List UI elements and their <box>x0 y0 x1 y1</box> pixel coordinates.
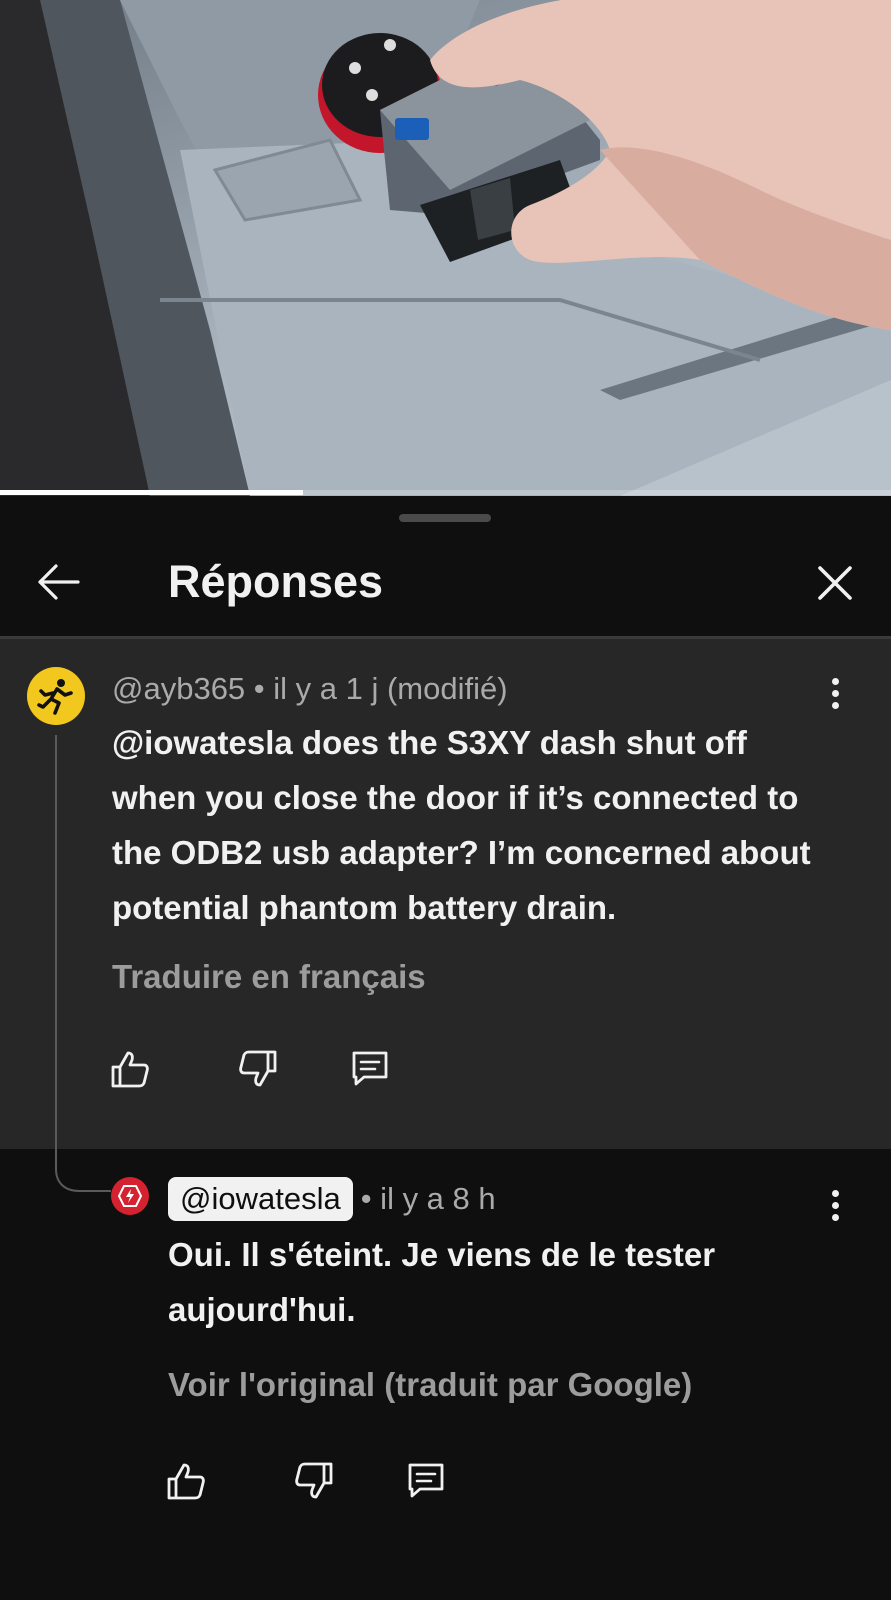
video-progress-fill <box>0 490 303 495</box>
comment-actions <box>166 1461 446 1501</box>
back-button[interactable] <box>30 554 86 610</box>
running-person-icon <box>37 679 73 715</box>
dislike-button[interactable] <box>238 1049 278 1089</box>
comment-text: Oui. Il s'éteint. Je viens de le tester … <box>168 1236 716 1328</box>
reply-button[interactable] <box>350 1049 390 1089</box>
comment-time: • il y a 8 h <box>360 1181 496 1216</box>
more-vert-icon-dot <box>831 689 839 697</box>
reply-comment-icon <box>352 1051 388 1086</box>
creator-author-chip[interactable]: @iowatesla <box>168 1177 353 1221</box>
video-frame <box>0 0 891 496</box>
more-vert-icon-dot <box>831 1213 839 1221</box>
like-button[interactable] <box>166 1461 206 1501</box>
close-button[interactable] <box>806 554 864 612</box>
reply-button[interactable] <box>406 1461 446 1501</box>
dislike-button[interactable] <box>294 1461 334 1501</box>
parent-comment: @ayb365 • il y a 1 j (modifié) @iowatesl… <box>0 639 891 1295</box>
reply-comment: @iowatesla • il y a 8 h Oui. Il s'éteint… <box>0 1149 891 1600</box>
comment-author[interactable]: @ayb365 <box>112 671 245 706</box>
close-icon <box>818 566 852 600</box>
arrow-left-icon <box>38 564 80 600</box>
more-vert-icon <box>831 1189 839 1197</box>
comment-meta: @ayb365 • il y a 1 j (modifié) <box>112 669 508 709</box>
avatar[interactable] <box>111 1177 149 1215</box>
comment-actions <box>110 1049 390 1089</box>
more-vert-icon-dot <box>831 1201 839 1209</box>
reply-comment-icon <box>408 1463 444 1498</box>
video-player[interactable] <box>0 0 891 496</box>
like-button[interactable] <box>110 1049 150 1089</box>
translate-link[interactable]: Traduire en français <box>112 955 426 999</box>
see-original-link[interactable]: Voir l'original (traduit par Google) <box>168 1363 692 1407</box>
drag-handle[interactable] <box>399 514 491 522</box>
more-vert-icon-dot <box>831 701 839 709</box>
comment-time: il y a 1 j (modifié) <box>273 671 508 706</box>
comment-meta: @iowatesla • il y a 8 h <box>168 1177 496 1221</box>
comment-text: @iowatesla does the S3XY dash shut off w… <box>112 724 811 926</box>
lightning-badge-icon <box>117 1185 143 1207</box>
thumb-up-icon <box>167 1463 205 1500</box>
sheet-header: Réponses <box>0 536 891 632</box>
more-options-button[interactable] <box>820 1185 850 1225</box>
more-options-button[interactable] <box>820 673 850 713</box>
page-title: Réponses <box>168 556 384 607</box>
thumb-down-icon <box>239 1050 277 1087</box>
avatar[interactable] <box>27 667 85 725</box>
thumb-up-icon <box>111 1051 149 1088</box>
meta-separator: • <box>245 671 274 706</box>
more-vert-icon <box>831 677 839 685</box>
thread-connector <box>55 1149 111 1192</box>
video-progress-bar[interactable] <box>0 490 891 495</box>
thumb-down-icon <box>295 1462 333 1499</box>
replies-sheet: Réponses @ayb365 • il y a 1 j (modifié) … <box>0 496 891 1600</box>
